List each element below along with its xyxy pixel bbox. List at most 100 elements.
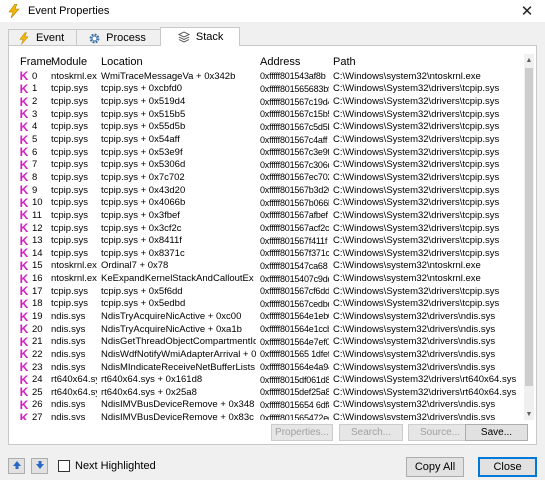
tab-event[interactable]: Event: [8, 29, 78, 46]
address-cell: 0xfffff801567afbef: [260, 210, 328, 221]
location-cell: tcpip.sys + 0xcbfd0: [101, 83, 183, 95]
close-icon[interactable]: ✕: [509, 0, 545, 22]
table-row[interactable]: K 22 ndis.sys NdisWdfNotifyWmiAdapterArriva…: [15, 347, 527, 361]
tab-process[interactable]: Process: [76, 29, 161, 46]
frame-number: 21: [32, 336, 43, 348]
location-cell: tcpip.sys + 0x55d5b: [101, 121, 186, 133]
address-cell: 0xfffff801567f371c: [260, 248, 329, 259]
stack-list[interactable]: Frame Module Location Address Path K 0 nto…: [15, 54, 527, 420]
table-row[interactable]: K 5 tcpip.sys tcpip.sys + 0x54aff 0xfffff801…: [15, 133, 527, 147]
module-cell: tcpip.sys: [51, 298, 88, 310]
column-header-module[interactable]: Module: [47, 56, 97, 68]
table-row[interactable]: K 11 tcpip.sys tcpip.sys + 0x3fbef 0xfffff80…: [15, 208, 527, 222]
copy-all-button[interactable]: Copy All: [406, 457, 464, 477]
location-cell: WmiTraceMessageVa + 0x342b: [101, 70, 236, 82]
save-button[interactable]: Save...: [465, 424, 528, 441]
vertical-scrollbar[interactable]: ▲ ▼: [524, 54, 534, 420]
module-cell: tcpip.sys: [51, 134, 88, 146]
table-row[interactable]: K 12 tcpip.sys tcpip.sys + 0x3cf2c 0xfffff80…: [15, 221, 527, 235]
column-header-path[interactable]: Path: [329, 56, 519, 68]
stack-icon: [177, 30, 191, 44]
next-highlighted-option[interactable]: Next Highlighted: [58, 460, 156, 472]
tab-label: Process: [106, 32, 146, 44]
table-row[interactable]: K 14 tcpip.sys tcpip.sys + 0x8371c 0xfffff80…: [15, 246, 527, 260]
location-cell: NdisIMVBusDeviceRemove + 0x83c: [101, 412, 254, 420]
frame-cell: K 27: [15, 411, 47, 420]
properties-button[interactable]: Properties...: [271, 424, 333, 441]
column-header-frame[interactable]: Frame: [15, 56, 52, 68]
table-row[interactable]: K 17 tcpip.sys tcpip.sys + 0x5f6dd 0xfffff80…: [15, 284, 527, 298]
location-cell: tcpip.sys + 0x515b5: [101, 108, 186, 120]
frame-number: 3: [32, 108, 38, 120]
address-cell: 0xfffff801567c3e9f: [260, 147, 329, 158]
table-row[interactable]: K 4 tcpip.sys tcpip.sys + 0x55d5b 0xfffff801…: [15, 120, 527, 134]
table-row[interactable]: K 20 ndis.sys NdisTryAcquireNicActive + 0xa…: [15, 322, 527, 336]
table-row[interactable]: K 7 tcpip.sys tcpip.sys + 0x5306d 0xfffff801…: [15, 158, 527, 172]
close-button[interactable]: Close: [478, 457, 537, 477]
table-row[interactable]: K 1 tcpip.sys tcpip.sys + 0xcbfd0 0xfffff801…: [15, 82, 527, 96]
stack-rows: K 0 ntoskrnl.exe WmiTraceMessageVa + 0x342b…: [15, 69, 527, 420]
scrollbar-thumb[interactable]: [525, 68, 533, 386]
stack-panel: Frame Module Location Address Path K 0 nto…: [8, 45, 537, 445]
table-row[interactable]: K 23 ndis.sys NdisMIndicateReceiveNetBuffer…: [15, 360, 527, 374]
location-cell: rt640x64.sys + 0x25a8: [101, 386, 197, 398]
arrow-up-icon: [12, 460, 22, 473]
scroll-down-icon[interactable]: ▼: [524, 408, 534, 420]
module-cell: tcpip.sys: [51, 197, 88, 209]
path-cell: C:\Windows\System32\drivers\tcpip.sys: [333, 197, 500, 209]
module-cell: ntoskrnl.exe: [51, 260, 97, 272]
table-row[interactable]: K 9 tcpip.sys tcpip.sys + 0x43d20 0xfffff801…: [15, 183, 527, 197]
table-row[interactable]: K0ntoskrnl.exeWmiTraceMessageVa + 0x342b…: [15, 69, 527, 83]
table-row[interactable]: K 13 tcpip.sys tcpip.sys + 0x8411f 0xfffff80…: [15, 234, 527, 248]
next-highlighted-checkbox[interactable]: [58, 460, 70, 472]
frame-number: 26: [32, 399, 43, 411]
address-cell: 0xfffff801567f411f: [260, 235, 328, 246]
module-cell: tcpip.sys: [51, 108, 88, 120]
module-cell: tcpip.sys: [51, 235, 88, 247]
scroll-up-icon[interactable]: ▲: [524, 54, 534, 66]
address-cell: 0xfffff801567ec702: [260, 172, 329, 183]
address-cell: 0xfffff8015df061d8: [260, 374, 329, 385]
column-header-address[interactable]: Address: [256, 56, 329, 68]
tab-stack[interactable]: Stack: [159, 27, 241, 46]
address-cell: 0xfffff801567c306d: [260, 159, 329, 170]
table-row[interactable]: K15ntoskrnl.exeOrdinal7 + 0x780xfffff801…: [15, 259, 527, 273]
table-row[interactable]: K 27 ndis.sys NdisIMVBusDeviceRemove + 0x83…: [15, 411, 527, 420]
location-cell: tcpip.sys + 0x53e9f: [101, 146, 183, 158]
column-header-location[interactable]: Location: [97, 56, 256, 68]
search-button[interactable]: Search...: [339, 424, 403, 441]
table-row[interactable]: K25rt640x64.sysrt640x64.sys + 0x25a80xff…: [15, 385, 527, 399]
location-cell: NdisTryAcquireNicActive + 0xc00: [101, 310, 242, 322]
module-cell: tcpip.sys: [51, 121, 88, 133]
frame-number: 24: [32, 374, 43, 386]
address-cell: 0xfffff801565 1dfef: [260, 349, 329, 360]
table-row[interactable]: K 3 tcpip.sys tcpip.sys + 0x515b5 0xfffff801…: [15, 107, 527, 121]
table-row[interactable]: K 19 ndis.sys NdisTryAcquireNicActive + 0xc…: [15, 310, 527, 324]
stack-list-header: Frame Module Location Address Path: [15, 54, 527, 70]
table-row[interactable]: K 10 tcpip.sys tcpip.sys + 0x4066b 0xfffff80…: [15, 196, 527, 210]
source-button[interactable]: Source...: [408, 424, 472, 441]
location-cell: tcpip.sys + 0x519d4: [101, 96, 186, 108]
path-cell: C:\Windows\System32\drivers\tcpip.sys: [333, 247, 500, 259]
path-cell: C:\Windows\System32\drivers\tcpip.sys: [333, 184, 500, 196]
table-row[interactable]: K16ntoskrnl.exeKeExpandKernelStackAndCal…: [15, 272, 527, 286]
previous-highlighted-button[interactable]: [8, 458, 25, 474]
title-bar: Event Properties ✕: [0, 0, 545, 22]
table-row[interactable]: K 21 ndis.sys NdisGetThreadObjectCompartmen…: [15, 335, 527, 349]
table-row[interactable]: K 6 tcpip.sys tcpip.sys + 0x53e9f 0xfffff801…: [15, 145, 527, 159]
module-cell: tcpip.sys: [51, 159, 88, 171]
module-cell: ntoskrnl.exe: [51, 70, 97, 82]
address-cell: 0xfffff801564e4a94: [260, 362, 329, 373]
table-row[interactable]: K24rt640x64.sysrt640x64.sys + 0x161d80xf…: [15, 373, 527, 387]
table-row[interactable]: K 2 tcpip.sys tcpip.sys + 0x519d4 0xfffff801…: [15, 95, 527, 109]
location-cell: tcpip.sys + 0x8411f: [101, 235, 182, 247]
table-row[interactable]: K 8 tcpip.sys tcpip.sys + 0x7c702 0xfffff801…: [15, 170, 527, 184]
next-highlighted-button[interactable]: [31, 458, 48, 474]
table-row[interactable]: K 26 ndis.sys NdisIMVBusDeviceRemove + 0x34…: [15, 398, 527, 412]
frame-number: 19: [32, 311, 43, 322]
frame-number: 14: [32, 247, 43, 259]
table-row[interactable]: K 18 tcpip.sys tcpip.sys + 0x5edbd 0xfffff80…: [15, 297, 527, 311]
address-cell: 0xfffff801567b066b: [260, 197, 329, 208]
frame-number: 13: [32, 235, 43, 247]
path-cell: C:\Windows\System32\drivers\tcpip.sys: [333, 96, 500, 108]
